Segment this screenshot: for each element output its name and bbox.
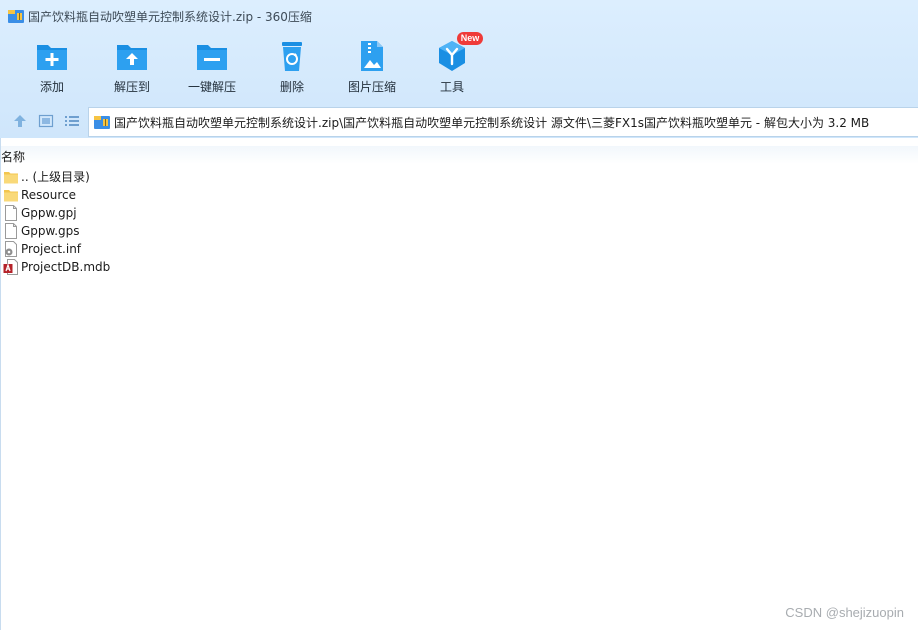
- list-item[interactable]: Resource: [0, 186, 918, 204]
- quick-extract-button[interactable]: 一键解压: [172, 36, 252, 98]
- file-name: Gppw.gps: [21, 224, 80, 238]
- tools-button[interactable]: New 工具: [412, 32, 492, 98]
- app-window: 国产饮料瓶自动吹塑单元控制系统设计.zip - 360压缩 添加 解压到 一键解…: [0, 0, 918, 630]
- column-header[interactable]: 名称: [0, 146, 918, 164]
- image-compress-label: 图片压缩: [347, 80, 396, 94]
- list-item[interactable]: .. (上级目录): [0, 168, 918, 186]
- settings-file-icon: [5, 241, 17, 257]
- new-badge: New: [457, 32, 483, 45]
- toolbar: 添加 解压到 一键解压 删除 图片压缩 New 工具: [0, 32, 918, 100]
- file-name: Project.inf: [21, 242, 82, 256]
- tools-label: 工具: [439, 80, 464, 94]
- watermark: CSDN @shejizuopin: [785, 605, 904, 620]
- list-item[interactable]: Gppw.gps: [0, 222, 918, 240]
- extract-to-button[interactable]: 解压到: [92, 36, 172, 98]
- list-item[interactable]: Gppw.gpj: [0, 204, 918, 222]
- folder-icon: [4, 190, 18, 202]
- path-text: 国产饮料瓶自动吹塑单元控制系统设计.zip\国产饮料瓶自动吹塑单元控制系统设计 …: [114, 116, 870, 130]
- image-compress-button[interactable]: 图片压缩: [332, 36, 412, 98]
- address-bar: 国产饮料瓶自动吹塑单元控制系统设计.zip\国产饮料瓶自动吹塑单元控制系统设计 …: [0, 105, 918, 137]
- archive-icon: [8, 10, 24, 23]
- column-name-header[interactable]: 名称: [1, 148, 25, 165]
- archive-icon: [94, 116, 110, 129]
- file-rows: .. (上级目录) Resource Gppw.gpj Gppw.gps Pro…: [0, 168, 918, 276]
- access-db-icon: [3, 259, 18, 275]
- top-chrome: 国产饮料瓶自动吹塑单元控制系统设计.zip - 360压缩 添加 解压到 一键解…: [0, 0, 918, 138]
- file-icon: [5, 223, 17, 239]
- file-list: 名称 .. (上级目录) Resource Gppw.gpj Gppw.gps …: [0, 138, 918, 630]
- left-border: [0, 138, 1, 630]
- list-view-icon[interactable]: [64, 113, 80, 129]
- quick-extract-icon: [197, 45, 227, 70]
- quick-extract-label: 一键解压: [187, 80, 236, 94]
- image-compress-icon: [361, 41, 383, 71]
- add-button[interactable]: 添加: [12, 36, 92, 98]
- list-item[interactable]: Project.inf: [0, 240, 918, 258]
- delete-button[interactable]: 删除: [252, 36, 332, 98]
- file-name: ProjectDB.mdb: [21, 260, 111, 274]
- up-arrow-icon[interactable]: [12, 113, 28, 129]
- extract-to-label: 解压到: [113, 80, 150, 94]
- extract-folder-icon: [117, 45, 147, 70]
- path-field[interactable]: 国产饮料瓶自动吹塑单元控制系统设计.zip\国产饮料瓶自动吹塑单元控制系统设计 …: [88, 107, 918, 137]
- add-label: 添加: [39, 80, 64, 94]
- list-item[interactable]: ProjectDB.mdb: [0, 258, 918, 276]
- file-icon: [5, 205, 17, 221]
- title-bar[interactable]: 国产饮料瓶自动吹塑单元控制系统设计.zip - 360压缩: [0, 0, 918, 32]
- folder-icon: [4, 172, 18, 184]
- view-icon[interactable]: [38, 113, 54, 129]
- file-name: Resource: [21, 188, 77, 202]
- file-name: Gppw.gpj: [21, 206, 77, 220]
- delete-label: 删除: [279, 80, 304, 94]
- recycle-bin-icon: [282, 42, 302, 71]
- file-name: .. (上级目录): [21, 170, 90, 184]
- window-title: 国产饮料瓶自动吹塑单元控制系统设计.zip - 360压缩: [28, 10, 312, 24]
- add-folder-icon: [37, 45, 67, 70]
